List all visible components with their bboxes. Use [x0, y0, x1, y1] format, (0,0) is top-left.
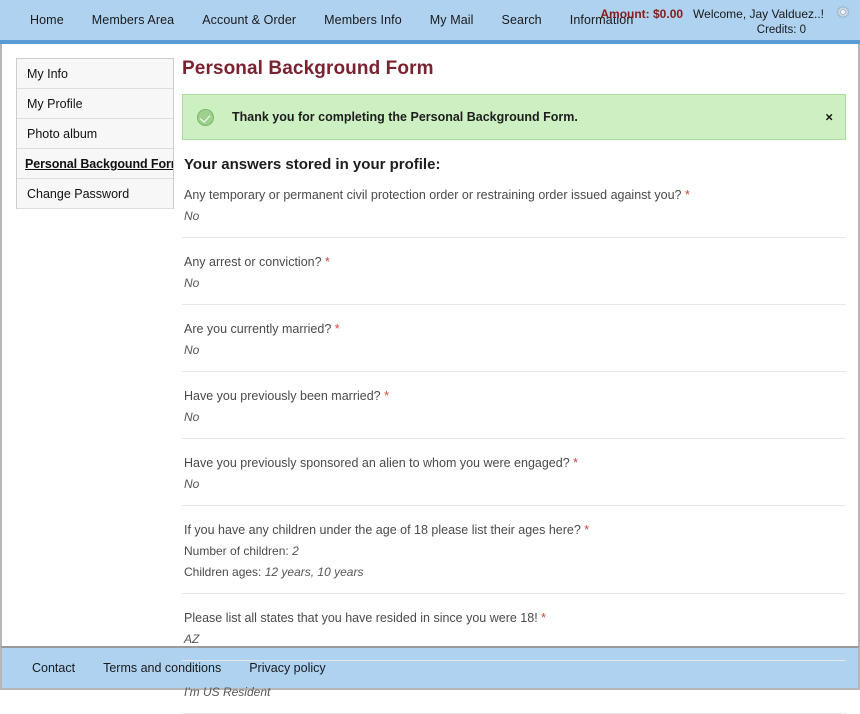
answer-item: Have you previously been married? * No: [182, 384, 846, 439]
answer-text: AZ: [184, 632, 200, 646]
answers-list: Any temporary or permanent civil protect…: [182, 183, 846, 714]
sidebar-item-personal-backgound-form[interactable]: Personal Backgound Form: [17, 149, 173, 179]
answer-item: Please list all states that you have res…: [182, 606, 846, 661]
welcome-label: Welcome, Jay Valduez..!: [693, 6, 824, 21]
answer-text: No: [184, 343, 200, 357]
nav-search[interactable]: Search: [488, 0, 556, 40]
question-label: Have you previously been married?: [184, 389, 381, 403]
page-title: Personal Background Form: [182, 58, 434, 79]
answer-detail-label: Children ages:: [184, 565, 262, 579]
answer-item: If you have any children under the age o…: [182, 518, 846, 594]
question-label: Have you previously sponsored an alien t…: [184, 456, 570, 470]
answer-text: I'm US Resident: [184, 685, 271, 699]
question-label: If you have any children under the age o…: [184, 523, 581, 537]
answer-item: Any arrest or conviction? * No: [182, 250, 846, 305]
sidebar-item-my-info[interactable]: My Info: [17, 59, 173, 89]
amount-label: Amount: $0.00: [600, 6, 684, 21]
answer-text: No: [184, 477, 200, 491]
question-text: Have you previously sponsored an alien t…: [184, 454, 844, 472]
nav-members-info[interactable]: Members Info: [310, 0, 416, 40]
answer-text: No: [184, 276, 200, 290]
sidebar-item-my-profile[interactable]: My Profile: [17, 89, 173, 119]
required-marker: *: [681, 188, 690, 202]
sidebar-menu: My Info My Profile Photo album Personal Bac…: [16, 58, 174, 209]
page-body: My Info My Profile Photo album Personal Bac…: [0, 44, 860, 714]
nav-my-mail[interactable]: My Mail: [416, 0, 488, 40]
sidebar: My Info My Profile Photo album Personal Bac…: [2, 44, 174, 646]
required-marker: *: [569, 456, 579, 470]
question-text: Are you currently married? *: [184, 320, 844, 338]
sidebar-item-change-password[interactable]: Change Password: [17, 179, 173, 209]
question-text: If you have any children under the age o…: [184, 521, 844, 539]
gear-icon[interactable]: [834, 5, 852, 23]
answer-detail-label: Number of children:: [184, 544, 289, 558]
answer-item: Are you currently married? * No: [182, 317, 846, 372]
nav-members-area[interactable]: Members Area: [78, 0, 188, 40]
answer-text: No: [184, 209, 200, 223]
answer-text: No: [184, 410, 200, 424]
question-label: Are you currently married?: [184, 322, 332, 336]
check-circle-icon: [197, 108, 214, 126]
sidebar-item-photo-album[interactable]: Photo album: [17, 119, 173, 149]
question-text: Have you previously been married? *: [184, 387, 844, 405]
required-marker: *: [380, 389, 389, 403]
top-navigation-bar: Home Members Area Account & Order Members I…: [0, 0, 860, 44]
question-text: Any arrest or conviction? *: [184, 253, 844, 271]
question-label: Any arrest or conviction?: [184, 255, 322, 269]
required-marker: *: [580, 523, 590, 537]
answer-detail-line: Children ages: 12 years, 10 years: [184, 563, 844, 581]
page-root: Home Members Area Account & Order Members I…: [0, 0, 860, 714]
question-text: Please list all states that you have res…: [184, 609, 844, 627]
answer-detail-value: 12 years, 10 years: [264, 565, 364, 579]
question-label: Any temporary or permanent civil protect…: [184, 188, 682, 202]
nav-home[interactable]: Home: [16, 0, 78, 40]
footer-link-contact[interactable]: Contact: [18, 661, 89, 675]
required-marker: *: [321, 255, 330, 269]
alert-message: Thank you for completing the Personal Ba…: [232, 110, 578, 124]
question-label: Please list all states that you have res…: [184, 611, 538, 625]
answer-item: Have you previously sponsored an alien t…: [182, 451, 846, 506]
question-text: Any temporary or permanent civil protect…: [184, 186, 844, 204]
account-row: Amount: $0.00 Welcome, Jay Valduez..!: [572, 5, 852, 22]
close-icon[interactable]: ×: [825, 111, 833, 124]
answer-detail-value: 2: [292, 544, 299, 558]
top-nav-links: Home Members Area Account & Order Members I…: [0, 0, 647, 40]
answer-item: Any temporary or permanent civil protect…: [182, 183, 846, 238]
answers-heading: Your answers stored in your profile:: [184, 156, 441, 173]
main-content: Personal Background Form Thank you for c…: [174, 44, 858, 714]
required-marker: *: [537, 611, 547, 625]
success-alert: Thank you for completing the Personal Ba…: [182, 94, 846, 140]
required-marker: *: [331, 322, 340, 336]
credits-label: Credits: 0: [756, 24, 806, 36]
nav-account-order[interactable]: Account & Order: [188, 0, 310, 40]
account-status-area: Amount: $0.00 Welcome, Jay Valduez..! Cr…: [572, 5, 852, 36]
answer-item: I'm US Resident: [182, 673, 846, 714]
answer-detail-line: Number of children: 2: [184, 542, 844, 560]
